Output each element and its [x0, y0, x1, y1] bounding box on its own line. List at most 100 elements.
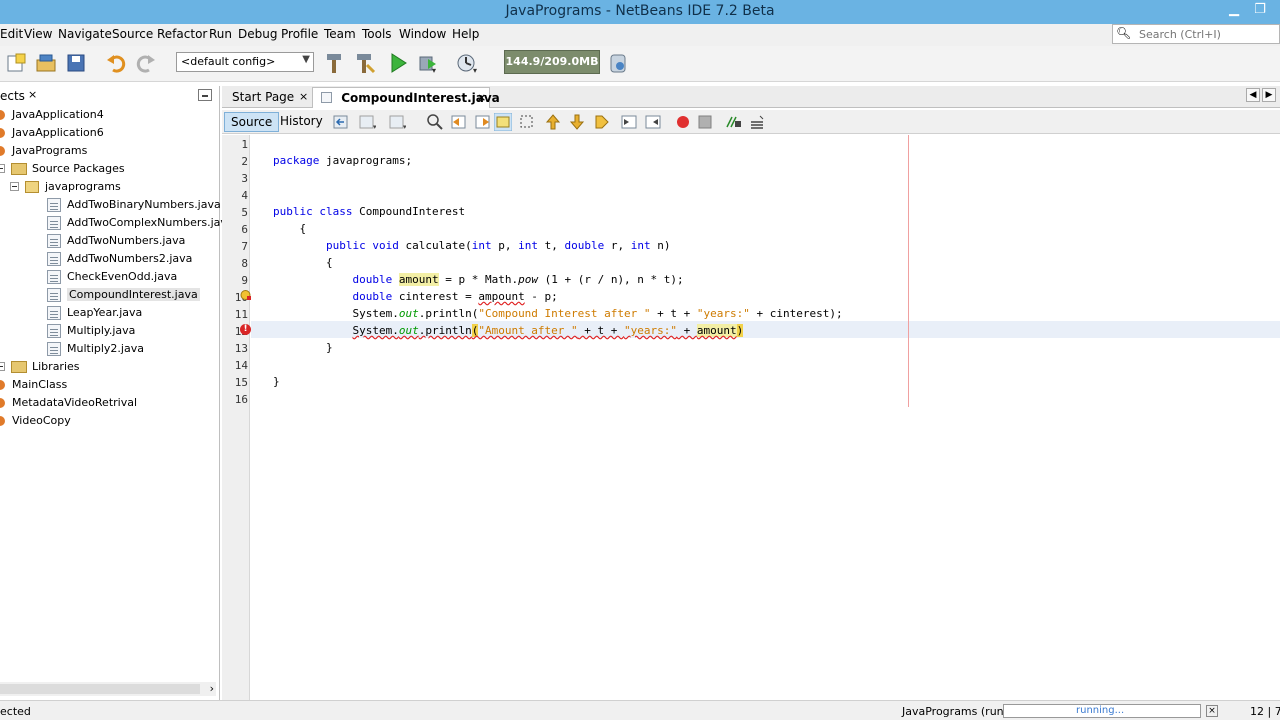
tree-folder[interactable]: Source Packages	[0, 160, 125, 177]
tree-project[interactable]: JavaApplication6	[0, 124, 104, 141]
tab-start-page[interactable]: Start Page ×	[224, 87, 312, 108]
title-bar: JavaPrograms - NetBeans IDE 7.2 Beta ▁ ❐	[0, 0, 1280, 24]
tree-file[interactable]: LeapYear.java	[47, 304, 142, 321]
menu-window[interactable]: Window	[399, 27, 446, 41]
progress-text: running...	[1076, 705, 1125, 716]
tree-file[interactable]: Multiply2.java	[47, 340, 144, 357]
collapse-icon[interactable]	[0, 164, 5, 173]
minimize-button[interactable]: ▁	[1220, 2, 1248, 20]
expand-icon[interactable]	[0, 362, 5, 371]
menu-navigate[interactable]: Navigate	[58, 27, 112, 41]
menu-tools[interactable]: Tools	[362, 27, 392, 41]
cancel-task-icon[interactable]: ×	[1206, 705, 1218, 717]
menu-run[interactable]: Run	[209, 27, 232, 41]
project-icon	[0, 415, 8, 427]
projects-tab-label: ects	[0, 89, 25, 103]
next-bookmark-icon[interactable]	[568, 113, 586, 131]
menu-view[interactable]: View	[24, 27, 52, 41]
maximize-button[interactable]: ❐	[1246, 2, 1274, 20]
projects-tab[interactable]: ects ×	[0, 86, 40, 106]
new-project-icon[interactable]	[34, 51, 58, 75]
java-file-icon	[47, 305, 61, 320]
code-line-current: System.out.println("Amount after " + t +…	[352, 324, 744, 337]
rectangular-selection-icon[interactable]	[518, 113, 536, 131]
tree-folder[interactable]: Libraries	[0, 358, 80, 375]
scroll-right-icon[interactable]: ›	[210, 682, 214, 695]
quick-search[interactable]: 🔍︎	[1112, 24, 1280, 44]
tree-file[interactable]: AddTwoBinaryNumbers.java	[47, 196, 221, 213]
tree-project[interactable]: JavaApplication4	[0, 106, 104, 123]
save-all-icon[interactable]	[64, 51, 88, 75]
close-icon[interactable]: ×	[28, 88, 37, 101]
line-number: 15	[234, 376, 248, 389]
line-number: 8	[241, 257, 248, 270]
tree-package[interactable]: javaprograms	[10, 178, 121, 195]
tree-file[interactable]: AddTwoNumbers2.java	[47, 250, 192, 267]
tree-project[interactable]: MetadataVideoRetrival	[0, 394, 137, 411]
project-icon	[0, 109, 8, 121]
last-edit-icon[interactable]: ▾	[388, 113, 406, 131]
tree-project[interactable]: MainClass	[0, 376, 67, 393]
toggle-bookmark-icon[interactable]	[592, 113, 610, 131]
debug-icon[interactable]: ▾	[416, 51, 440, 75]
search-input[interactable]	[1139, 26, 1277, 42]
stop-macro-icon[interactable]	[696, 113, 714, 131]
menu-help[interactable]: Help	[452, 27, 479, 41]
previous-bookmark-icon[interactable]	[544, 113, 562, 131]
progress-bar: running...	[1003, 704, 1201, 718]
menu-refactor[interactable]: Refactor	[157, 27, 207, 41]
redo-icon[interactable]	[134, 51, 158, 75]
menu-profile[interactable]: Profile	[281, 27, 318, 41]
find-icon[interactable]	[426, 113, 444, 131]
new-file-icon[interactable]	[4, 51, 28, 75]
tree-project[interactable]: JavaPrograms	[0, 142, 87, 159]
toggle-highlight-icon[interactable]	[494, 113, 512, 131]
start-macro-icon[interactable]	[674, 113, 692, 131]
profile-icon[interactable]: ▾	[455, 51, 479, 75]
undo-icon[interactable]	[104, 51, 128, 75]
memory-indicator[interactable]: 144.9/209.0MB	[504, 50, 600, 74]
tree-file[interactable]: AddTwoComplexNumbers.java	[47, 214, 234, 231]
horizontal-scrollbar[interactable]: ›	[0, 682, 216, 696]
back-icon[interactable]	[332, 113, 350, 131]
warning-bulb-icon[interactable]	[240, 290, 251, 301]
project-icon	[0, 397, 8, 409]
window-title: JavaPrograms - NetBeans IDE 7.2 Beta	[505, 3, 775, 19]
shift-right-icon[interactable]	[644, 113, 662, 131]
forward-icon[interactable]: ▾	[358, 113, 376, 131]
project-icon	[0, 145, 8, 157]
tree-file[interactable]: Multiply.java	[47, 322, 135, 339]
menu-debug[interactable]: Debug	[238, 27, 277, 41]
tree-file[interactable]: CheckEvenOdd.java	[47, 268, 177, 285]
menu-team[interactable]: Team	[324, 27, 356, 41]
running-task-label[interactable]: JavaPrograms (run)	[902, 705, 1008, 718]
clean-build-icon[interactable]	[352, 51, 376, 75]
tree-file-selected[interactable]: CompoundInterest.java	[47, 286, 200, 303]
run-icon[interactable]	[386, 51, 410, 75]
tree-project[interactable]: VideoCopy	[0, 412, 71, 429]
menu-source[interactable]: Source	[112, 27, 153, 41]
tab-compoundinterest[interactable]: CompoundInterest.java ×	[312, 87, 500, 108]
error-icon[interactable]: !	[240, 324, 251, 335]
comment-icon[interactable]	[724, 113, 742, 131]
uncomment-icon[interactable]	[748, 113, 766, 131]
gc-icon[interactable]	[606, 51, 630, 75]
code-line: System.out.println("Compound Interest af…	[352, 307, 843, 320]
code-editor[interactable]: package javaprograms; public class Compo…	[251, 135, 1280, 700]
tree-file[interactable]: AddTwoNumbers.java	[47, 232, 185, 249]
minimize-panel-button[interactable]	[198, 89, 212, 101]
shift-left-icon[interactable]	[620, 113, 638, 131]
close-icon[interactable]: ×	[299, 90, 308, 103]
source-mode-button[interactable]: Source	[224, 112, 280, 132]
history-mode-button[interactable]: History	[274, 112, 329, 132]
config-select[interactable]: <default config> ▼	[176, 52, 314, 72]
find-previous-icon[interactable]	[450, 113, 468, 131]
collapse-icon[interactable]	[10, 182, 19, 191]
build-hammer-icon[interactable]	[322, 51, 346, 75]
scrollbar-thumb[interactable]	[0, 684, 200, 694]
menu-edit[interactable]: Edit	[0, 27, 23, 41]
find-next-icon[interactable]	[474, 113, 492, 131]
close-icon[interactable]: ×	[477, 91, 486, 104]
scroll-tabs-left-icon[interactable]: ◀	[1246, 88, 1260, 102]
scroll-tabs-right-icon[interactable]: ▶	[1262, 88, 1276, 102]
